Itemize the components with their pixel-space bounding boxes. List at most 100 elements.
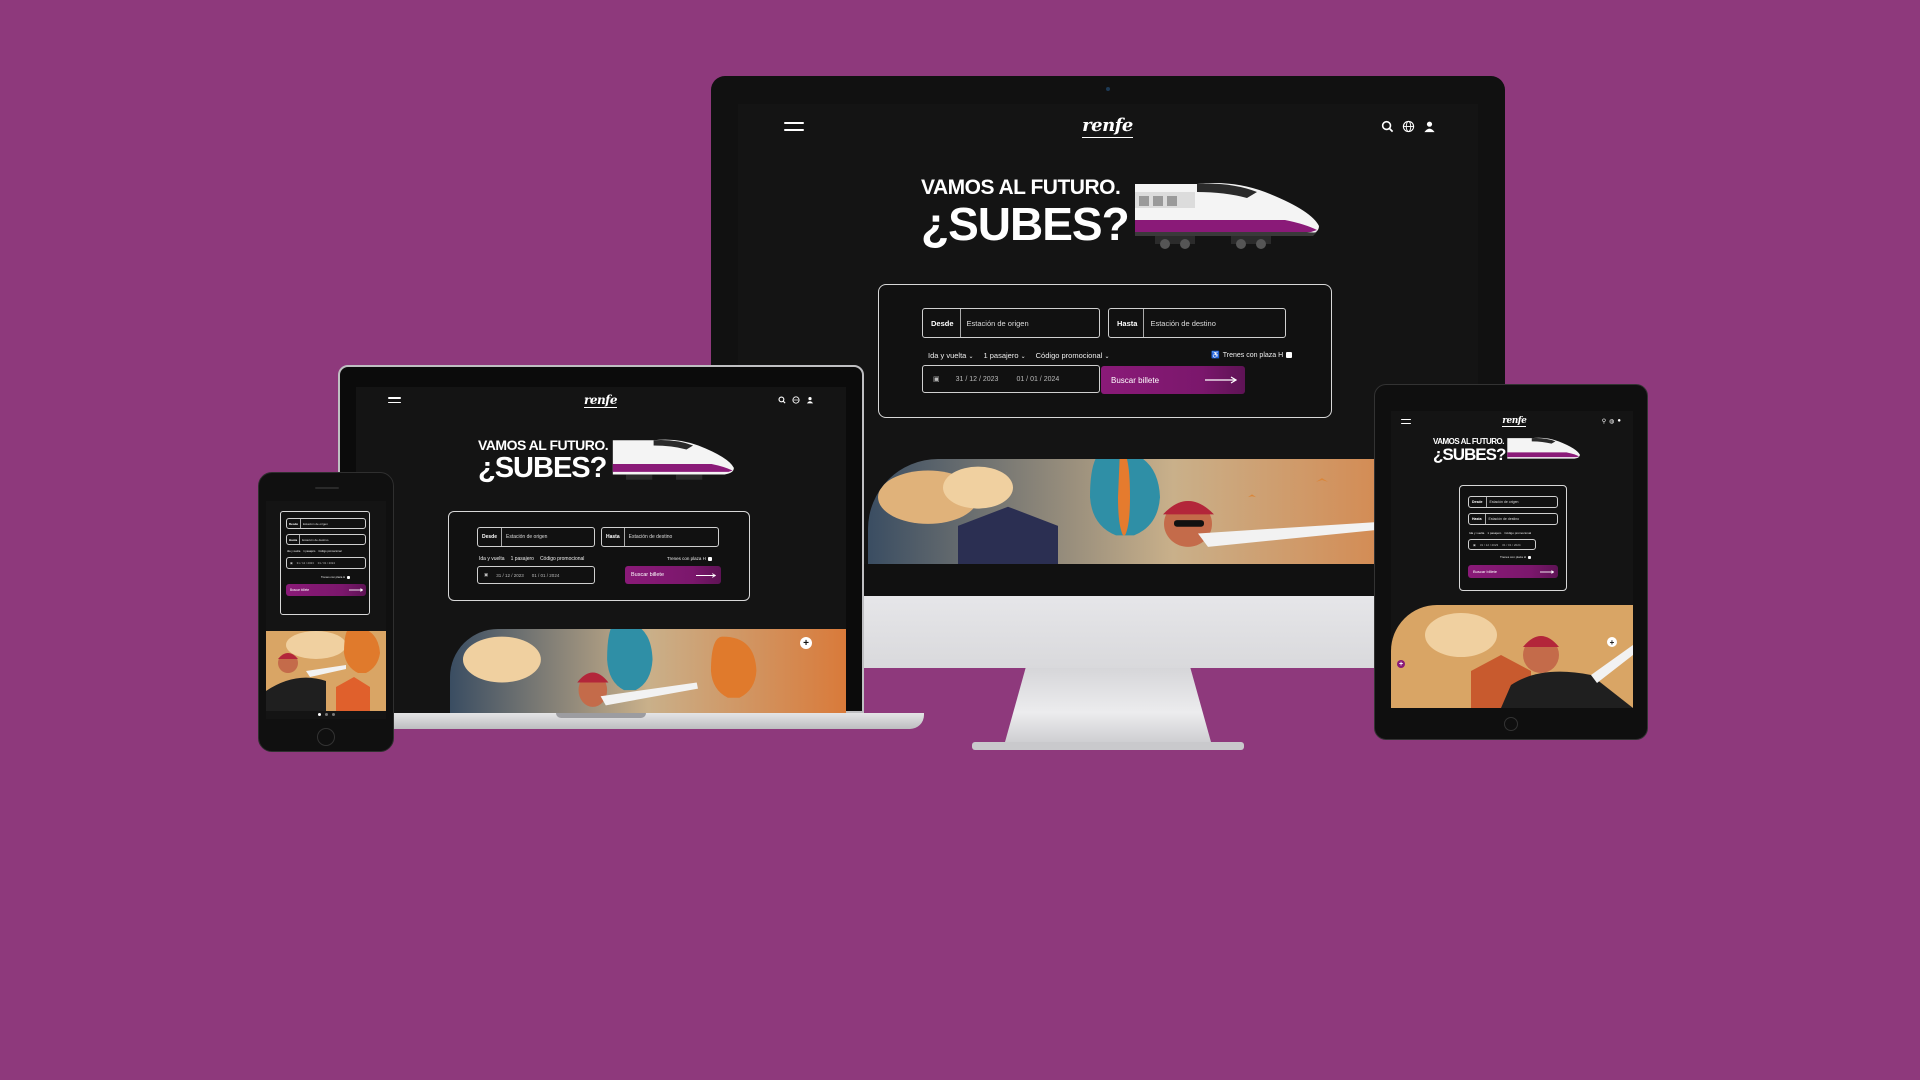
- date-out[interactable]: 31 / 12 / 2023: [1480, 543, 1498, 547]
- search-button[interactable]: Buscar billete: [1101, 366, 1245, 394]
- hero-line-1: VAMOS AL FUTURO.: [921, 176, 1121, 199]
- accessible-checkbox[interactable]: [1286, 352, 1293, 358]
- monitor-stand: [1005, 668, 1211, 742]
- arrow-right-icon: [1205, 376, 1237, 384]
- calendar-icon: ▣: [933, 376, 940, 383]
- plus-icon[interactable]: +: [800, 637, 812, 649]
- passengers-select[interactable]: 1 pasajero: [303, 550, 315, 553]
- date-return[interactable]: 01 / 01 / 2024: [532, 573, 560, 578]
- accessible-trains-option[interactable]: Trenes con plaza H: [667, 556, 712, 561]
- promo-select[interactable]: Código promocional: [1504, 531, 1531, 535]
- carousel-dots[interactable]: [314, 713, 338, 717]
- hero-line-2: ¿SUBES?: [1433, 444, 1506, 464]
- destination-field[interactable]: Hasta Estación de destino: [286, 534, 366, 545]
- user-icon[interactable]: [806, 396, 814, 404]
- calendar-icon: ▣: [290, 561, 293, 565]
- accessible-trains-option[interactable]: ♿ Trenes con plaza H: [1211, 351, 1293, 359]
- destination-field[interactable]: Hasta Estación de destino: [601, 527, 719, 547]
- destination-field[interactable]: Hasta Estación de destino: [1468, 513, 1558, 525]
- date-out[interactable]: 31 / 12 / 2023: [297, 561, 314, 565]
- origin-field[interactable]: Desde Estación de origen: [477, 527, 595, 547]
- origin-field[interactable]: Desde Estación de origen: [1468, 496, 1558, 508]
- passengers-select[interactable]: 1 pasajero: [1487, 531, 1501, 535]
- search-icon[interactable]: [1381, 120, 1394, 133]
- origin-placeholder: Estación de origen: [966, 318, 1029, 328]
- plus-icon[interactable]: +: [1397, 660, 1405, 668]
- date-out[interactable]: 31 / 12 / 2023: [956, 376, 999, 383]
- trip-type-select[interactable]: Ida y vuelta ⌄: [928, 351, 973, 360]
- tablet: renfe ⚲ ◍ ● VAMOS AL FUTURO. ¿SUBES? Desde…: [1374, 384, 1648, 740]
- hamburger-icon: [784, 121, 804, 124]
- trip-options: Ida y vuelta ⌄ 1 pasajero ⌄ Código promo…: [928, 351, 1109, 360]
- origin-label: Desde: [923, 309, 961, 337]
- menu-button[interactable]: [1401, 418, 1411, 424]
- user-icon[interactable]: ●: [1617, 418, 1621, 424]
- site-header: renfe: [356, 387, 846, 413]
- site-logo[interactable]: renfe: [1502, 416, 1527, 427]
- promo-select[interactable]: Código promocional ⌄: [1036, 351, 1110, 360]
- search-panel: Desde Estación de origen Hasta Estación …: [878, 284, 1332, 418]
- search-button[interactable]: Buscar billete: [1468, 565, 1558, 578]
- hamburger-icon: [388, 397, 401, 399]
- date-picker[interactable]: ▣ 31 / 12 / 2023 01 / 01 / 2024: [286, 557, 366, 569]
- menu-button[interactable]: [388, 397, 401, 403]
- phone-speaker: [315, 487, 339, 489]
- chevron-down-icon: ⌄: [1104, 354, 1110, 360]
- chevron-down-icon: ⌄: [968, 354, 974, 360]
- site-logo[interactable]: renfe: [584, 393, 617, 408]
- accessible-trains-option[interactable]: Trenes con plaza H: [1500, 555, 1531, 559]
- calendar-icon: ▣: [1473, 542, 1476, 547]
- search-icon[interactable]: ⚲: [1602, 418, 1606, 425]
- phone-home-button[interactable]: [317, 728, 335, 746]
- origin-field[interactable]: Desde Estación de origen: [286, 518, 366, 529]
- promo-select[interactable]: Código promocional: [540, 556, 584, 562]
- user-icon[interactable]: [1423, 120, 1436, 133]
- globe-icon[interactable]: [1402, 120, 1415, 133]
- train-image: [1134, 176, 1321, 252]
- accessible-trains-option[interactable]: Trenes con plaza H: [321, 575, 351, 579]
- globe-icon[interactable]: ◍: [1609, 418, 1614, 425]
- trip-type-select[interactable]: Ida y vuelta: [287, 550, 300, 553]
- trip-type-select[interactable]: Ida y vuelta: [1469, 531, 1484, 535]
- globe-icon[interactable]: [792, 396, 800, 404]
- date-out[interactable]: 31 / 12 / 2023: [496, 573, 524, 578]
- destination-label: Hasta: [1109, 309, 1145, 337]
- plus-icon[interactable]: +: [1607, 637, 1617, 647]
- search-button[interactable]: Buscar billete: [286, 584, 366, 596]
- arrow-right-icon: [1540, 569, 1554, 574]
- laptop-notch: [556, 713, 646, 718]
- search-icon[interactable]: [778, 396, 786, 404]
- accessible-checkbox[interactable]: [707, 556, 712, 561]
- site-logo[interactable]: renfe: [1082, 115, 1133, 138]
- promo-select[interactable]: Código promocional: [318, 550, 341, 553]
- destination-field[interactable]: Hasta Estación de destino: [1108, 308, 1286, 338]
- accessible-checkbox[interactable]: [347, 575, 351, 579]
- hero-headline: VAMOS AL FUTURO. ¿SUBES?: [478, 438, 609, 483]
- origin-field[interactable]: Desde Estación de origen: [922, 308, 1100, 338]
- date-return[interactable]: 01 / 01 / 2024: [318, 561, 335, 565]
- date-picker[interactable]: ▣ 31 / 12 / 2023 01 / 01 / 2024: [1468, 539, 1536, 550]
- menu-button[interactable]: [784, 121, 804, 131]
- hero-banner-image: + +: [1391, 605, 1633, 708]
- passengers-select[interactable]: 1 pasajero: [511, 556, 534, 562]
- hero-banner-image: +: [450, 629, 846, 713]
- hero: VAMOS AL FUTURO. ¿SUBES?: [921, 172, 1321, 252]
- hero-line-2: ¿SUBES?: [921, 198, 1130, 250]
- date-return[interactable]: 01 / 01 / 2024: [1502, 543, 1520, 547]
- passengers-select[interactable]: 1 pasajero ⌄: [983, 351, 1025, 360]
- trip-type-select[interactable]: Ida y vuelta: [479, 556, 505, 562]
- hero: VAMOS AL FUTURO. ¿SUBES?: [478, 435, 736, 485]
- phone-screen: Desde Estación de origen Hasta Estación …: [266, 501, 386, 719]
- search-button-label: Buscar billete: [1111, 375, 1160, 385]
- accessible-checkbox[interactable]: [1527, 555, 1531, 559]
- date-picker[interactable]: ▣ 31 / 12 / 2023 01 / 01 / 2024: [477, 566, 595, 584]
- hero-headline: VAMOS AL FUTURO. ¿SUBES?: [921, 176, 1130, 250]
- tablet-home-button[interactable]: [1504, 717, 1518, 731]
- monitor-base: [972, 742, 1244, 750]
- date-picker[interactable]: ▣ 31 / 12 / 2023 01 / 01 / 2024: [922, 365, 1100, 393]
- hero-headline: VAMOS AL FUTURO. ¿SUBES?: [1433, 437, 1506, 464]
- phone: Desde Estación de origen Hasta Estación …: [258, 472, 394, 752]
- laptop-screen: renfe VAMOS AL FUTURO. ¿SUBES? Desde Est…: [356, 387, 846, 713]
- date-return[interactable]: 01 / 01 / 2024: [1016, 376, 1059, 383]
- search-button[interactable]: Buscar billete: [625, 566, 721, 584]
